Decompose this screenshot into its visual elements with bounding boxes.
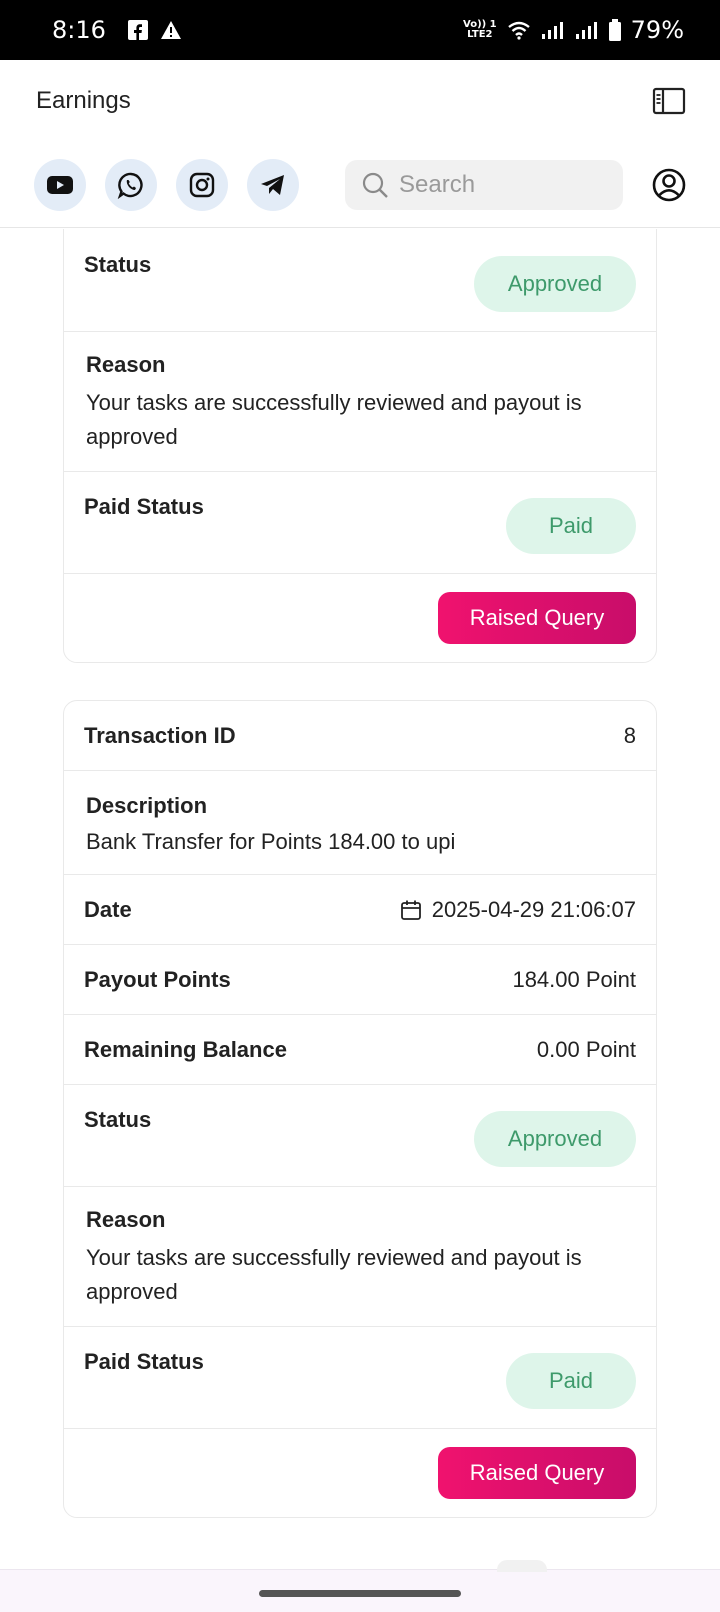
reason-row: Reason Your tasks are successfully revie…	[64, 1187, 656, 1327]
signal-icon-2	[575, 22, 597, 39]
volte-line-2: LTE2	[467, 29, 493, 40]
sidebar-toggle-icon[interactable]	[652, 87, 686, 115]
status-badge: Approved	[474, 1111, 636, 1167]
system-nav-bar	[0, 1560, 720, 1612]
transaction-id-value: 8	[623, 722, 636, 748]
transaction-id-label: Transaction ID	[84, 722, 236, 748]
description-text: Bank Transfer for Points 184.00 to upi	[86, 829, 456, 854]
battery-icon	[608, 19, 621, 41]
status-row: Status Approved	[64, 1085, 656, 1187]
volte-indicator: Vo)) 1 LTE2	[463, 20, 497, 40]
payout-points-row: Payout Points 184.00 Point	[64, 945, 656, 1015]
remaining-balance-label: Remaining Balance	[84, 1036, 287, 1062]
page-title: Earnings	[36, 87, 131, 114]
date-value: 2025-04-29 21:06:07	[431, 896, 636, 922]
calendar-icon	[400, 900, 421, 920]
action-row: Raised Query	[64, 1429, 656, 1517]
clock: 8:16	[52, 16, 106, 44]
instagram-button[interactable]	[176, 158, 228, 211]
facebook-icon	[127, 20, 148, 40]
paid-status-label: Paid Status	[84, 494, 204, 519]
telegram-button[interactable]	[247, 158, 299, 211]
user-avatar-icon[interactable]	[652, 168, 686, 202]
whatsapp-icon	[117, 172, 143, 199]
reason-label: Reason	[86, 1207, 166, 1232]
whatsapp-button[interactable]	[105, 158, 157, 211]
youtube-button[interactable]	[34, 158, 86, 211]
earnings-list[interactable]: Status Approved Reason Your tasks are su…	[0, 229, 720, 1569]
reason-row: Reason Your tasks are successfully revie…	[64, 332, 656, 472]
raised-query-button[interactable]: Raised Query	[438, 592, 636, 644]
status-label: Status	[84, 1107, 152, 1132]
raised-query-button[interactable]: Raised Query	[438, 1447, 636, 1499]
action-row: Raised Query	[64, 574, 656, 662]
reason-label: Reason	[86, 352, 166, 377]
search-box[interactable]	[345, 159, 623, 210]
description-row: Description Bank Transfer for Points 184…	[64, 771, 656, 875]
search-icon	[362, 172, 388, 198]
status-row: Status Approved	[64, 229, 656, 332]
paid-status-label: Paid Status	[84, 1349, 204, 1374]
date-value-group: 2025-04-29 21:06:07	[400, 897, 636, 923]
social-toolbar	[0, 142, 720, 228]
reason-text: Your tasks are successfully reviewed and…	[86, 390, 582, 449]
remaining-balance-row: Remaining Balance 0.00 Point	[64, 1015, 656, 1085]
date-row: Date 2025-04-29 21:06:07	[64, 875, 656, 945]
search-input[interactable]	[399, 170, 599, 199]
paid-status-row: Paid Status Paid	[64, 472, 656, 574]
paid-status-badge: Paid	[506, 498, 636, 554]
transaction-id-row: Transaction ID 8	[64, 701, 656, 771]
status-bar: 8:16 Vo)) 1 LTE2 79%	[0, 0, 720, 60]
description-label: Description	[86, 793, 208, 818]
instagram-icon	[189, 172, 215, 197]
app-bar: Earnings	[0, 60, 720, 142]
paid-status-badge: Paid	[506, 1353, 636, 1409]
telegram-icon	[261, 174, 284, 195]
status-label: Status	[84, 252, 152, 277]
payout-points-value: 184.00 Point	[512, 966, 636, 992]
status-badge: Approved	[474, 256, 636, 312]
wifi-icon	[507, 21, 530, 40]
home-gesture-handle[interactable]	[259, 1590, 461, 1597]
remaining-balance-value: 0.00 Point	[536, 1036, 636, 1062]
paid-status-row: Paid Status Paid	[64, 1327, 656, 1429]
warning-icon	[160, 21, 181, 39]
date-label: Date	[84, 896, 132, 922]
youtube-icon	[47, 175, 73, 194]
scroll-top-peek	[497, 1560, 547, 1572]
reason-text: Your tasks are successfully reviewed and…	[86, 1245, 582, 1304]
payout-points-label: Payout Points	[84, 966, 231, 992]
transaction-card: Status Approved Reason Your tasks are su…	[63, 229, 657, 663]
signal-icon	[541, 22, 563, 39]
transaction-card: Transaction ID 8 Description Bank Transf…	[63, 700, 657, 1518]
battery-percent: 79%	[630, 16, 684, 44]
